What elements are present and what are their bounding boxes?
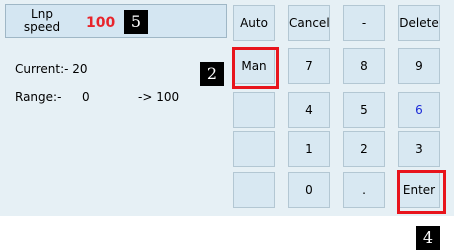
callout-badge-5: 5	[124, 10, 148, 34]
highlight-man-button	[232, 47, 279, 89]
range-min: 0	[82, 90, 90, 104]
speed-value: 100	[86, 15, 116, 31]
callout-badge-4: 4	[416, 226, 440, 250]
speed-header: Lnp speed 100	[5, 4, 227, 38]
key-2-button[interactable]: 2	[343, 131, 385, 167]
current-value-label: Current:- 20	[15, 62, 88, 76]
range-max: -> 100	[138, 90, 180, 104]
blank-button-2[interactable]	[233, 131, 275, 167]
key-3-button[interactable]: 3	[398, 131, 440, 167]
highlight-enter-button	[397, 170, 446, 214]
key-6-button[interactable]: 6	[398, 92, 440, 128]
minus-button[interactable]: -	[343, 5, 385, 41]
key-7-button[interactable]: 7	[288, 48, 330, 84]
decimal-point-button[interactable]: .	[343, 172, 385, 208]
range-label: Range:-	[15, 90, 62, 104]
key-1-button[interactable]: 1	[288, 131, 330, 167]
key-8-button[interactable]: 8	[343, 48, 385, 84]
delete-button[interactable]: Delete	[398, 5, 440, 41]
key-0-button[interactable]: 0	[288, 172, 330, 208]
blank-button-1[interactable]	[233, 92, 275, 128]
key-4-button[interactable]: 4	[288, 92, 330, 128]
key-9-button[interactable]: 9	[398, 48, 440, 84]
blank-button-3[interactable]	[233, 172, 275, 208]
cancel-button[interactable]: Cancel	[288, 5, 330, 41]
callout-badge-2: 2	[200, 62, 224, 86]
lnp-speed-label: Lnp speed	[23, 7, 61, 34]
auto-button[interactable]: Auto	[233, 5, 275, 41]
key-5-button[interactable]: 5	[343, 92, 385, 128]
